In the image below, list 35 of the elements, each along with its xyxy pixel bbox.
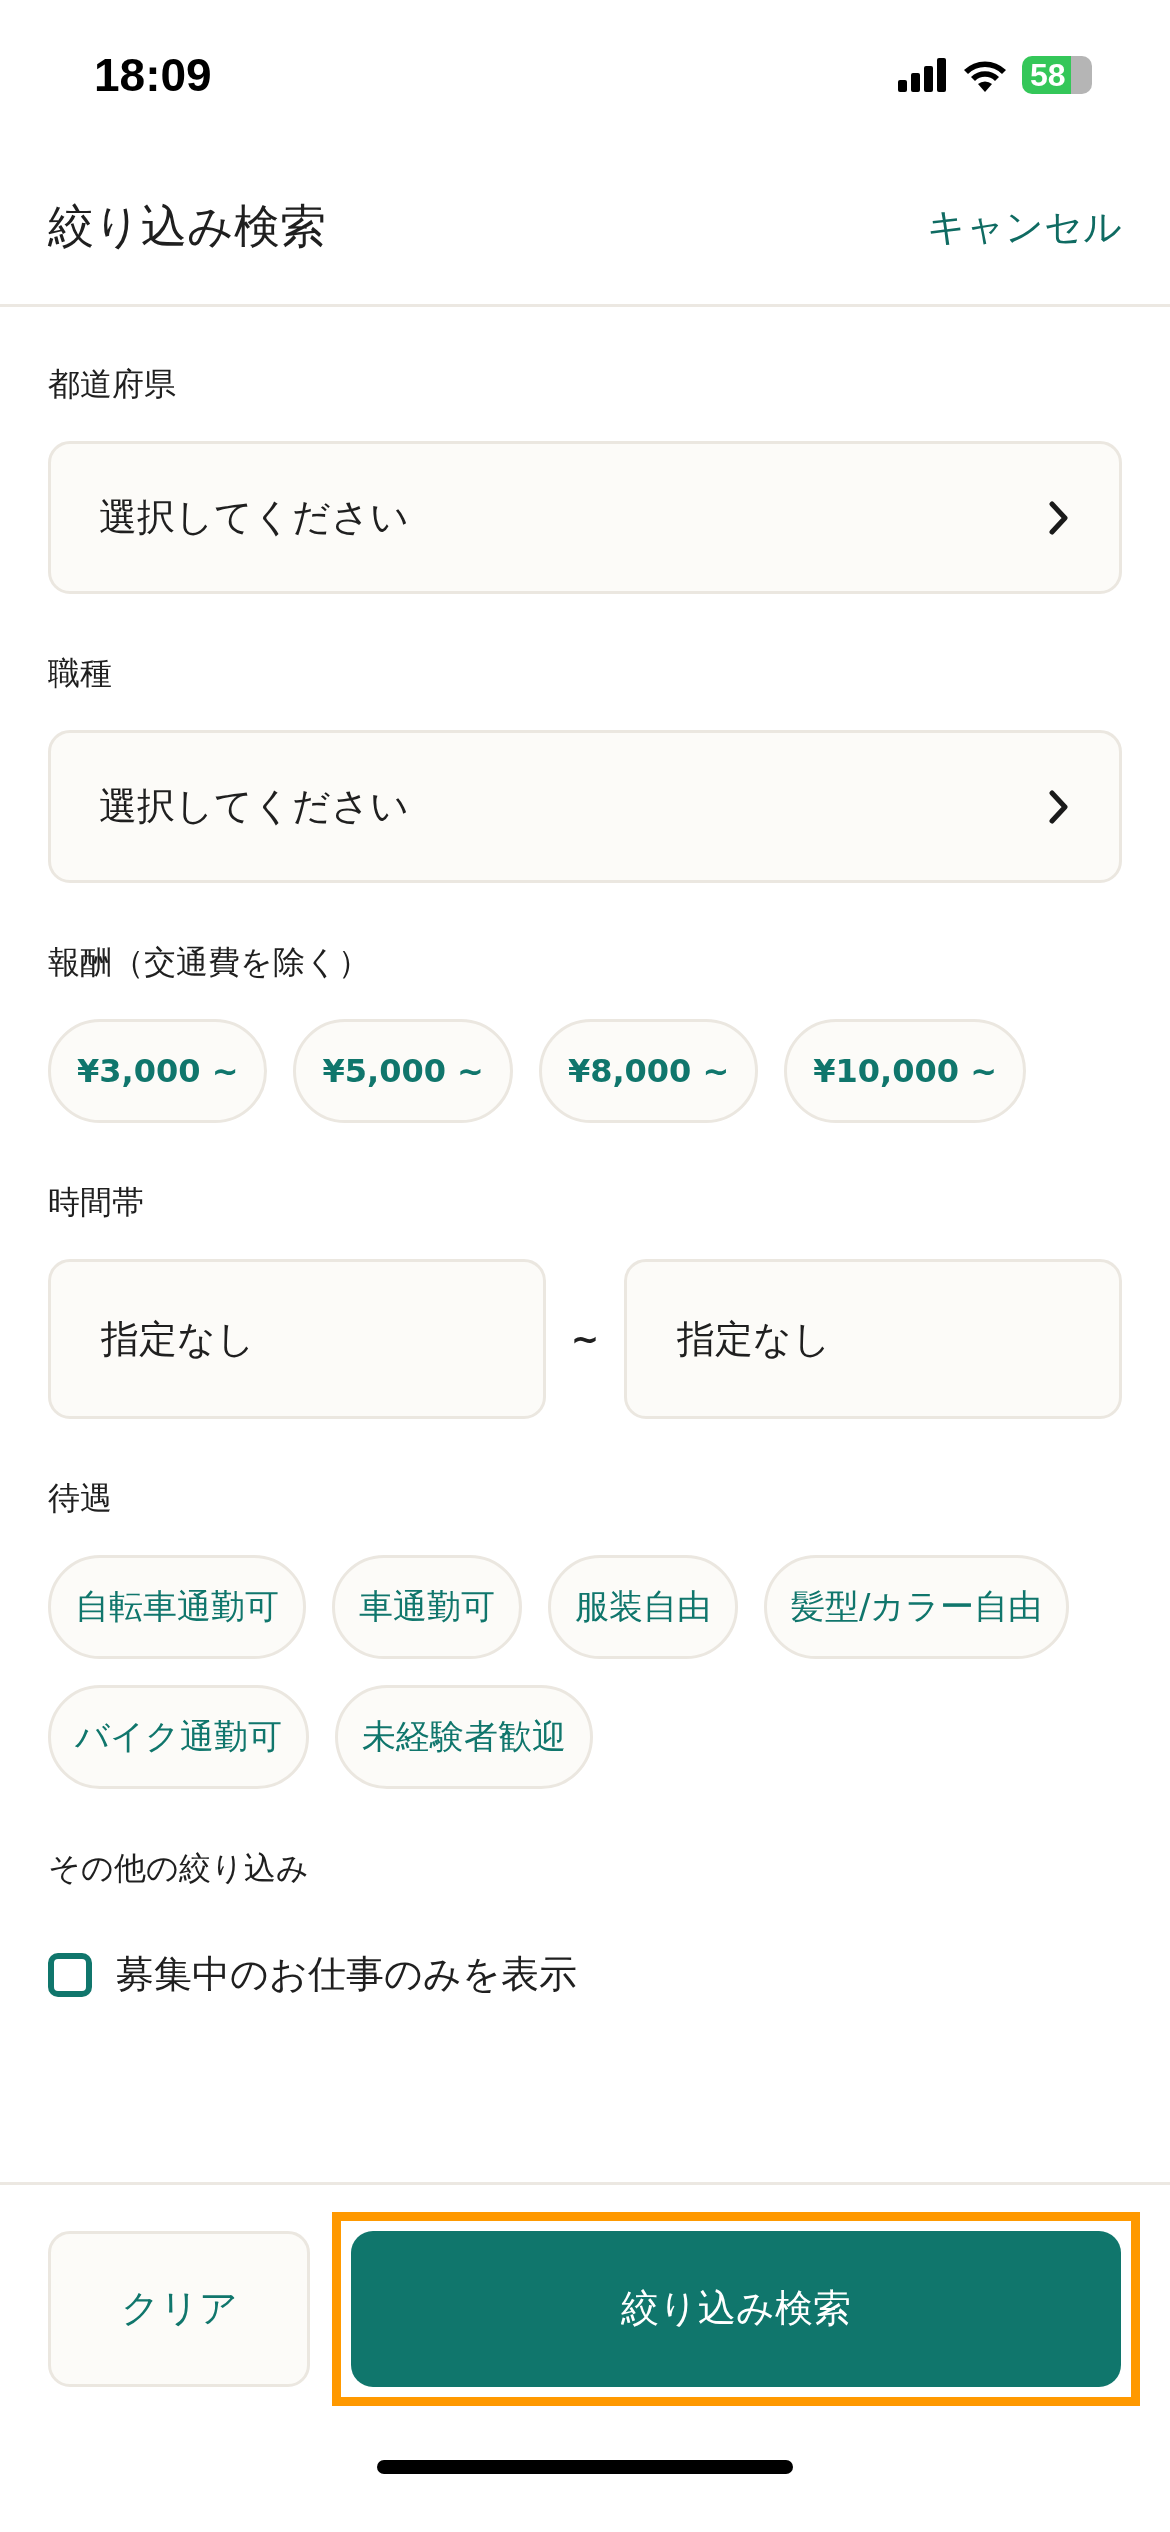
filter-chip[interactable]: 服装自由: [548, 1555, 738, 1659]
select-field[interactable]: 選択してください: [48, 730, 1122, 883]
checkbox[interactable]: [48, 1952, 92, 1997]
section-label: 待遇: [48, 1478, 113, 1519]
page-title: 絞り込み検索: [48, 198, 326, 255]
select-placeholder: 選択してください: [99, 494, 409, 541]
chevron-right-icon: [1049, 500, 1069, 535]
chevron-right-icon: [1049, 789, 1069, 824]
filter-chip[interactable]: 未経験者歓迎: [335, 1685, 593, 1789]
filter-chip[interactable]: ¥8,000 ~: [538, 1019, 759, 1123]
filter-chip[interactable]: バイク通勤可: [48, 1685, 309, 1789]
time-from-field[interactable]: 指定なし: [48, 1259, 546, 1419]
filter-chip[interactable]: 自転車通勤可: [48, 1555, 306, 1659]
cancel-link[interactable]: キャンセル: [927, 201, 1122, 253]
section-label: 時間帯: [48, 1182, 145, 1223]
select-field[interactable]: 選択してください: [48, 441, 1122, 594]
signal-icon: [898, 58, 948, 92]
filter-chip[interactable]: 車通勤可: [332, 1555, 522, 1659]
select-placeholder: 選択してください: [99, 783, 409, 830]
checkbox-label: 募集中のお仕事のみを表示: [116, 1951, 577, 1998]
section-label: その他の絞り込み: [48, 1848, 310, 1889]
filter-chip[interactable]: ¥10,000 ~: [784, 1019, 1026, 1123]
section-label: 報酬（交通費を除く）: [48, 942, 371, 983]
time-to-field[interactable]: 指定なし: [624, 1259, 1122, 1419]
status-time: 18:09: [94, 48, 212, 102]
filter-chip[interactable]: 髪型/カラー自由: [764, 1555, 1070, 1659]
filter-chip[interactable]: ¥3,000 ~: [48, 1019, 268, 1123]
section-label: 都道府県: [48, 364, 177, 405]
clear-button[interactable]: クリア: [48, 2230, 310, 2387]
section-label: 職種: [48, 653, 113, 694]
range-separator: ~: [569, 1319, 601, 1359]
filter-chip[interactable]: ¥5,000 ~: [293, 1019, 513, 1123]
battery-indicator: 58: [1022, 56, 1092, 94]
wifi-icon: [962, 58, 1008, 92]
search-button[interactable]: 絞り込み検索: [351, 2230, 1121, 2387]
